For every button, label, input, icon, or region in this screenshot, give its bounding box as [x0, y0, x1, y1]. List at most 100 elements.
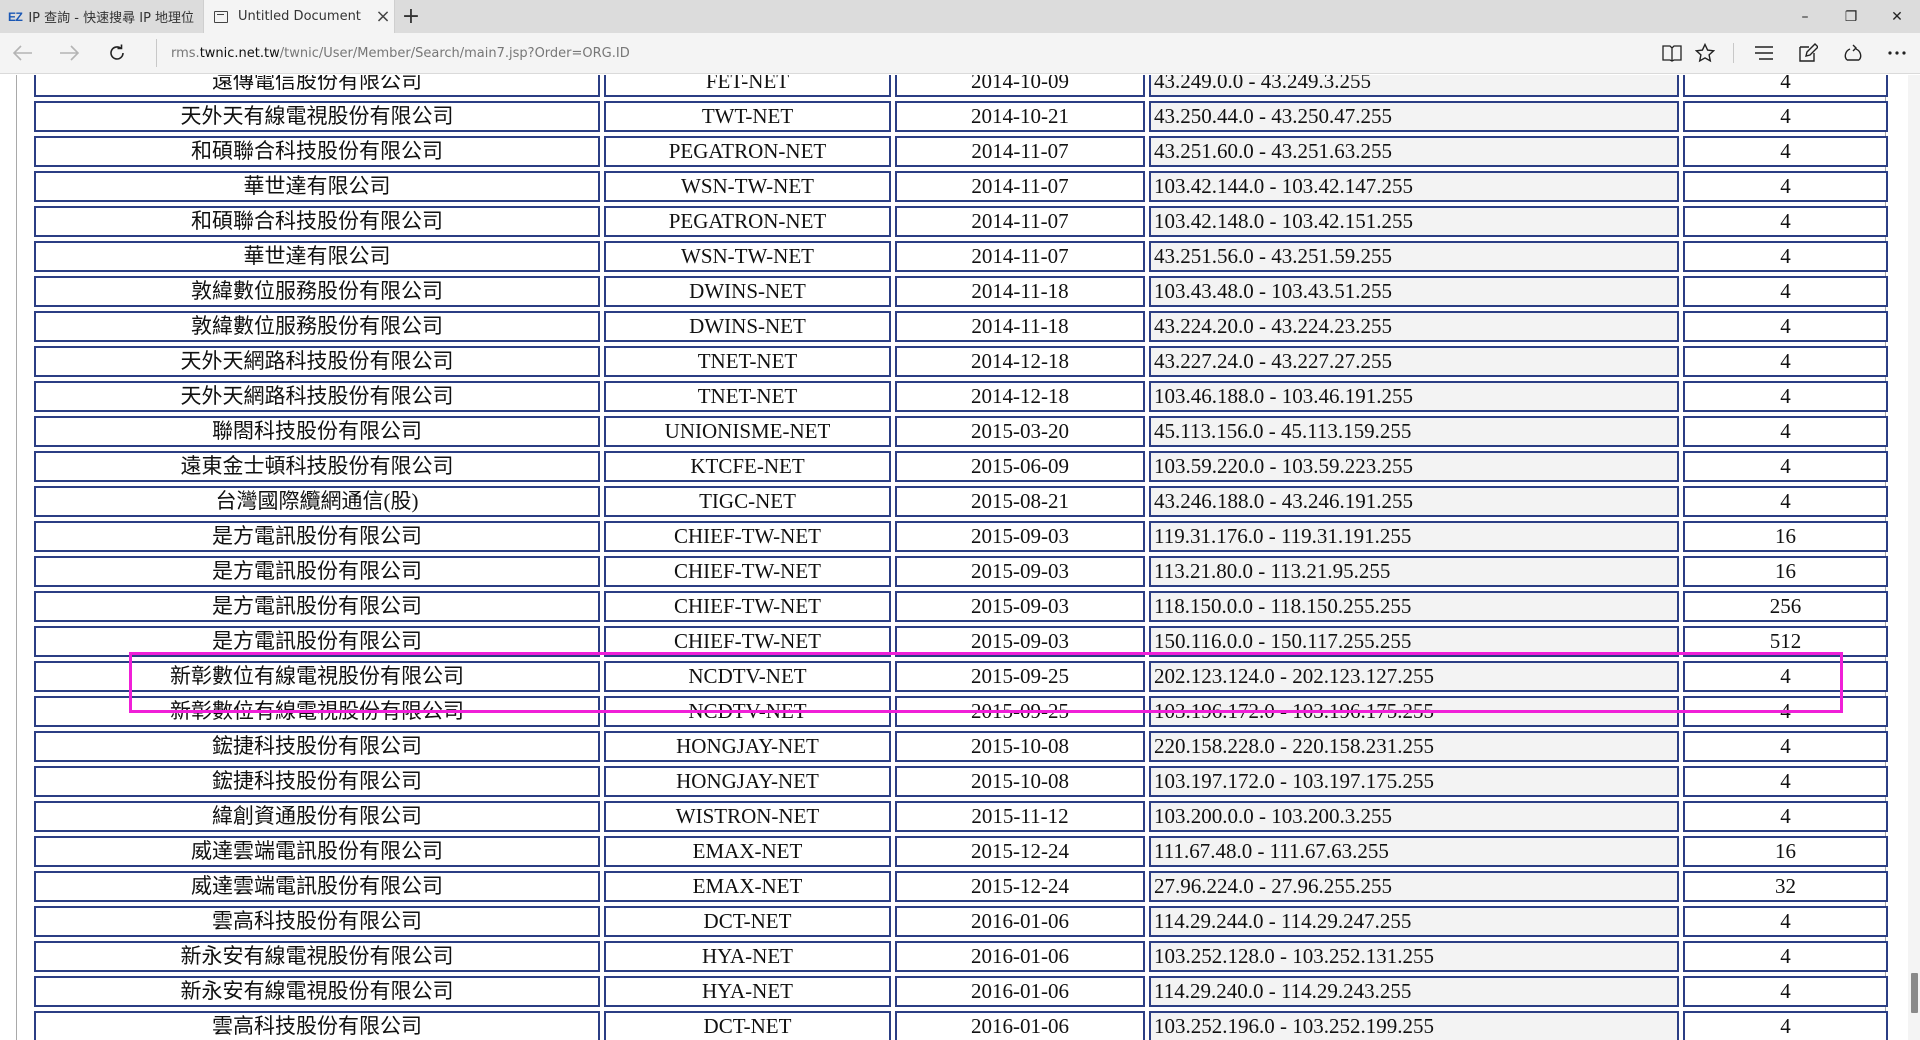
netname-cell: HYA-NET [604, 976, 891, 1007]
page-left-border [16, 75, 17, 1040]
date-cell: 2015-10-08 [895, 731, 1145, 762]
date-cell: 2015-03-20 [895, 416, 1145, 447]
block-count-cell: 4 [1683, 976, 1888, 1007]
block-count-cell: 32 [1683, 871, 1888, 902]
close-tab-icon[interactable]: × [372, 7, 394, 26]
url-path: /twnic/User/Member/Search/main7.jsp?Orde… [279, 45, 630, 61]
block-count-cell: 16 [1683, 556, 1888, 587]
netname-cell: FET-NET [604, 75, 891, 97]
netname-cell: WSN-TW-NET [604, 171, 891, 202]
netname-cell: TIGC-NET [604, 486, 891, 517]
forward-button[interactable] [52, 38, 86, 68]
ip-range-cell: 103.197.172.0 - 103.197.175.255 [1149, 766, 1679, 797]
restore-button[interactable]: ❐ [1828, 0, 1874, 33]
ip-range-cell: 43.249.0.0 - 43.249.3.255 [1149, 75, 1679, 97]
netname-cell: DWINS-NET [604, 276, 891, 307]
org-cell: 新永安有線電視股份有限公司 [34, 976, 600, 1007]
org-cell: 是方電訊股份有限公司 [34, 591, 600, 622]
more-button[interactable] [1880, 38, 1914, 68]
org-cell: 雲高科技股份有限公司 [34, 906, 600, 937]
netname-cell: DCT-NET [604, 906, 891, 937]
new-tab-button[interactable]: + [395, 0, 427, 33]
netname-cell: TWT-NET [604, 101, 891, 132]
web-note-button[interactable] [1791, 38, 1825, 68]
date-cell: 2016-01-06 [895, 906, 1145, 937]
block-count-cell: 4 [1683, 661, 1888, 692]
page-content: 遠傳電信股份有限公司 FET-NET 2014-10-09 43.249.0.0 - … [0, 75, 1920, 1040]
block-count-cell: 16 [1683, 836, 1888, 867]
tab-ip-lookup[interactable]: EZ IP 查詢 - 快速搜尋 IP 地理位 [0, 0, 203, 33]
netname-cell: DWINS-NET [604, 311, 891, 342]
table-row: 緯創資通股份有限公司 WISTRON-NET 2015-11-12 103.200.0… [34, 801, 1888, 832]
date-cell: 2015-09-03 [895, 591, 1145, 622]
share-button[interactable] [1836, 38, 1870, 68]
date-cell: 2014-11-18 [895, 276, 1145, 307]
org-cell: 和碩聯合科技股份有限公司 [34, 206, 600, 237]
table-row: 是方電訊股份有限公司 CHIEF-TW-NET 2015-09-03 119.31.1… [34, 521, 1888, 552]
back-button[interactable] [6, 38, 40, 68]
table-body: 遠傳電信股份有限公司 FET-NET 2014-10-09 43.249.0.0 - … [34, 75, 1888, 1040]
ip-range-cell: 43.246.188.0 - 43.246.191.255 [1149, 486, 1679, 517]
address-bar[interactable]: rms. twnic.net.tw/twnic/User/Member/Searc… [156, 39, 1636, 67]
ip-range-cell: 111.67.48.0 - 111.67.63.255 [1149, 836, 1679, 867]
table-row: 新彰數位有線電視股份有限公司 NCDTV-NET 2015-09-25 103.196… [34, 696, 1888, 727]
hub-icon [1755, 46, 1773, 60]
ip-range-cell: 114.29.244.0 - 114.29.247.255 [1149, 906, 1679, 937]
netname-cell: TNET-NET [604, 381, 891, 412]
date-cell: 2014-10-09 [895, 75, 1145, 97]
org-cell: 新彰數位有線電視股份有限公司 [34, 661, 600, 692]
window-controls: – ❐ ✕ [1782, 0, 1920, 33]
table-row: 天外天有線電視股份有限公司 TWT-NET 2014-10-21 43.250.44.… [34, 101, 1888, 132]
date-cell: 2014-11-07 [895, 136, 1145, 167]
org-cell: 新永安有線電視股份有限公司 [34, 941, 600, 972]
block-count-cell: 4 [1683, 696, 1888, 727]
vertical-scrollbar[interactable] [1908, 75, 1920, 1040]
ip-range-cell: 103.196.172.0 - 103.196.175.255 [1149, 696, 1679, 727]
table-row: 是方電訊股份有限公司 CHIEF-TW-NET 2015-09-03 113.21.8… [34, 556, 1888, 587]
date-cell: 2016-01-06 [895, 976, 1145, 1007]
netname-cell: NCDTV-NET [604, 661, 891, 692]
tab-title: IP 查詢 - 快速搜尋 IP 地理位 [28, 11, 195, 26]
netname-cell: HONGJAY-NET [604, 766, 891, 797]
date-cell: 2015-09-03 [895, 521, 1145, 552]
org-cell: 遠傳電信股份有限公司 [34, 75, 600, 97]
netname-cell: PEGATRON-NET [604, 136, 891, 167]
block-count-cell: 4 [1683, 381, 1888, 412]
refresh-button[interactable] [100, 38, 134, 68]
table-row: 聯閤科技股份有限公司 UNIONISME-NET 2015-03-20 45.113.… [34, 416, 1888, 447]
netname-cell: UNIONISME-NET [604, 416, 891, 447]
url-host: twnic.net.tw [199, 45, 280, 61]
tab-strip: EZ IP 查詢 - 快速搜尋 IP 地理位 Untitled Document… [0, 0, 1920, 33]
date-cell: 2014-11-18 [895, 311, 1145, 342]
date-cell: 2014-12-18 [895, 381, 1145, 412]
toolbar-separator [1733, 43, 1734, 63]
close-window-button[interactable]: ✕ [1874, 0, 1920, 33]
table-row: 敦緯數位服務股份有限公司 DWINS-NET 2014-11-18 103.43.48… [34, 276, 1888, 307]
tab-untitled-document[interactable]: Untitled Document × [203, 0, 395, 33]
minimize-button[interactable]: – [1782, 0, 1828, 33]
ip-range-cell: 43.224.20.0 - 43.224.23.255 [1149, 311, 1679, 342]
table-row: 鋐捷科技股份有限公司 HONGJAY-NET 2015-10-08 103.197.1… [34, 766, 1888, 797]
scrollbar-thumb[interactable] [1911, 973, 1918, 1013]
reading-view-button[interactable] [1655, 38, 1689, 68]
block-count-cell: 4 [1683, 136, 1888, 167]
ip-range-cell: 103.252.196.0 - 103.252.199.255 [1149, 1011, 1679, 1040]
block-count-cell: 4 [1683, 801, 1888, 832]
ip-range-cell: 43.251.60.0 - 43.251.63.255 [1149, 136, 1679, 167]
hub-button[interactable] [1747, 38, 1781, 68]
org-cell: 敦緯數位服務股份有限公司 [34, 311, 600, 342]
ip-range-cell: 103.46.188.0 - 103.46.191.255 [1149, 381, 1679, 412]
org-cell: 是方電訊股份有限公司 [34, 556, 600, 587]
netname-cell: EMAX-NET [604, 836, 891, 867]
netname-cell: HONGJAY-NET [604, 731, 891, 762]
favorite-button[interactable] [1688, 38, 1722, 68]
org-cell: 是方電訊股份有限公司 [34, 626, 600, 657]
table-row: 天外天網路科技股份有限公司 TNET-NET 2014-12-18 43.227.24… [34, 346, 1888, 377]
table-row: 是方電訊股份有限公司 CHIEF-TW-NET 2015-09-03 118.150.… [34, 591, 1888, 622]
org-cell: 威達雲端電訊股份有限公司 [34, 871, 600, 902]
ip-range-cell: 220.158.228.0 - 220.158.231.255 [1149, 731, 1679, 762]
table-row: 和碩聯合科技股份有限公司 PEGATRON-NET 2014-11-07 43.251… [34, 136, 1888, 167]
ip-range-cell: 103.252.128.0 - 103.252.131.255 [1149, 941, 1679, 972]
ip-range-cell: 103.43.48.0 - 103.43.51.255 [1149, 276, 1679, 307]
org-cell: 敦緯數位服務股份有限公司 [34, 276, 600, 307]
